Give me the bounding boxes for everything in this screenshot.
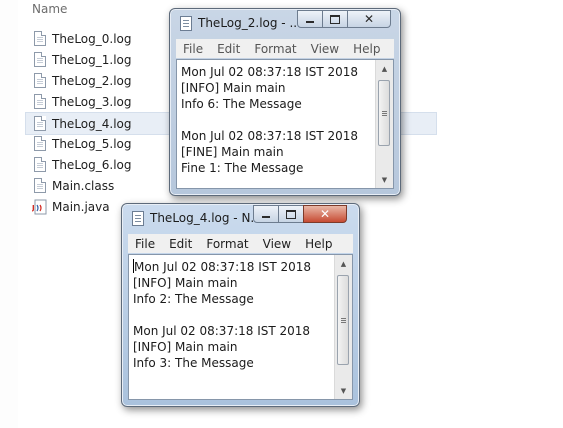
title-bar[interactable]: TheLog_4.log - N... ✕ <box>122 204 359 232</box>
text-line: ​ <box>181 112 373 128</box>
text-line: [INFO] Main main <box>133 340 238 354</box>
menu-edit[interactable]: Edit <box>210 42 247 56</box>
menu-help[interactable]: Help <box>346 42 387 56</box>
text-content[interactable]: Mon Jul 02 08:37:18 IST 2018 [INFO] Main … <box>181 64 373 184</box>
vertical-scrollbar[interactable]: ▲ ▼ <box>375 60 393 188</box>
menu-view[interactable]: View <box>304 42 346 56</box>
scroll-down-arrow-icon[interactable]: ▼ <box>335 382 352 399</box>
window-title: TheLog_4.log - N... <box>150 211 262 225</box>
file-name: Main.java <box>52 199 110 214</box>
window-controls: ✕ <box>297 10 391 28</box>
navigation-pane-edge <box>0 0 18 428</box>
text-file-icon <box>34 136 46 151</box>
maximize-button[interactable] <box>278 205 304 223</box>
file-name: TheLog_5.log <box>52 136 132 151</box>
file-name: TheLog_2.log <box>52 73 132 88</box>
menu-format[interactable]: Format <box>199 237 255 251</box>
menu-bar: File Edit Format View Help <box>128 234 353 253</box>
scrollbar-thumb[interactable] <box>378 80 390 146</box>
menu-help[interactable]: Help <box>298 237 339 251</box>
text-file-icon <box>34 178 46 193</box>
menu-view[interactable]: View <box>256 237 298 251</box>
scroll-down-arrow-icon[interactable]: ▼ <box>376 171 393 188</box>
minimize-button[interactable] <box>253 205 279 223</box>
text-file-icon <box>34 157 46 172</box>
close-icon: ✕ <box>363 12 375 26</box>
file-name: TheLog_3.log <box>52 94 132 109</box>
minimize-button[interactable] <box>297 10 323 28</box>
file-name: Main.class <box>52 178 115 193</box>
text-line: Mon Jul 02 08:37:18 IST 2018 <box>181 129 359 143</box>
close-button[interactable]: ✕ <box>303 205 347 223</box>
text-line: Mon Jul 02 08:37:18 IST 2018 <box>134 260 312 274</box>
text-line: Info 3: The Message <box>133 356 254 370</box>
window-controls: ✕ <box>253 205 347 223</box>
file-name: TheLog_4.log <box>52 116 132 131</box>
text-file-icon <box>34 73 46 88</box>
text-line: [INFO] Main main <box>181 81 286 95</box>
maximize-icon <box>330 14 340 24</box>
text-file-icon <box>34 116 46 131</box>
text-line: Info 2: The Message <box>133 292 254 306</box>
maximize-button[interactable] <box>322 10 348 28</box>
text-line: Info 6: The Message <box>181 97 302 111</box>
close-icon: ✕ <box>319 207 331 221</box>
file-name: TheLog_1.log <box>52 52 132 67</box>
menu-format[interactable]: Format <box>247 42 303 56</box>
text-file-icon <box>34 52 46 67</box>
text-line: Mon Jul 02 08:37:18 IST 2018 <box>133 324 311 338</box>
menu-edit[interactable]: Edit <box>162 237 199 251</box>
text-editor[interactable]: Mon Jul 02 08:37:18 IST 2018 [INFO] Main … <box>128 254 353 400</box>
text-line: [FINE] Main main <box>181 145 284 159</box>
title-bar[interactable]: TheLog_2.log - ... ✕ <box>170 9 400 37</box>
notepad-window-thelog-4[interactable]: TheLog_4.log - N... ✕ File Edit Format V… <box>121 203 360 407</box>
close-button[interactable]: ✕ <box>347 10 391 28</box>
minimize-icon <box>262 216 270 218</box>
scrollbar-thumb[interactable] <box>337 275 349 365</box>
text-editor[interactable]: Mon Jul 02 08:37:18 IST 2018 [INFO] Main … <box>176 59 394 189</box>
menu-bar: File Edit Format View Help <box>176 39 394 58</box>
text-line: Mon Jul 02 08:37:18 IST 2018 <box>181 65 359 79</box>
text-line: [INFO] Main main <box>133 276 238 290</box>
maximize-icon <box>286 209 296 219</box>
notepad-icon <box>132 211 144 226</box>
vertical-scrollbar[interactable]: ▲ ▼ <box>334 255 352 399</box>
notepad-window-thelog-2[interactable]: TheLog_2.log - ... ✕ File Edit Format Vi… <box>169 8 401 196</box>
svg-text:J: J <box>32 204 35 212</box>
notepad-icon <box>180 16 192 31</box>
text-line: ​ <box>133 307 332 323</box>
menu-file[interactable]: File <box>176 42 210 56</box>
window-title: TheLog_2.log - ... <box>198 16 301 30</box>
file-name: TheLog_0.log <box>52 31 132 46</box>
minimize-icon <box>306 21 314 23</box>
text-file-icon <box>34 31 46 46</box>
file-name: TheLog_6.log <box>52 157 132 172</box>
menu-file[interactable]: File <box>128 237 162 251</box>
text-file-icon <box>34 94 46 109</box>
java-file-icon: J <box>32 199 48 215</box>
name-column-header[interactable]: Name <box>32 2 67 16</box>
scroll-up-arrow-icon[interactable]: ▲ <box>376 60 393 77</box>
text-line: Fine 1: The Message <box>181 161 304 175</box>
text-content[interactable]: Mon Jul 02 08:37:18 IST 2018 [INFO] Main … <box>133 259 332 395</box>
scroll-up-arrow-icon[interactable]: ▲ <box>335 255 352 272</box>
